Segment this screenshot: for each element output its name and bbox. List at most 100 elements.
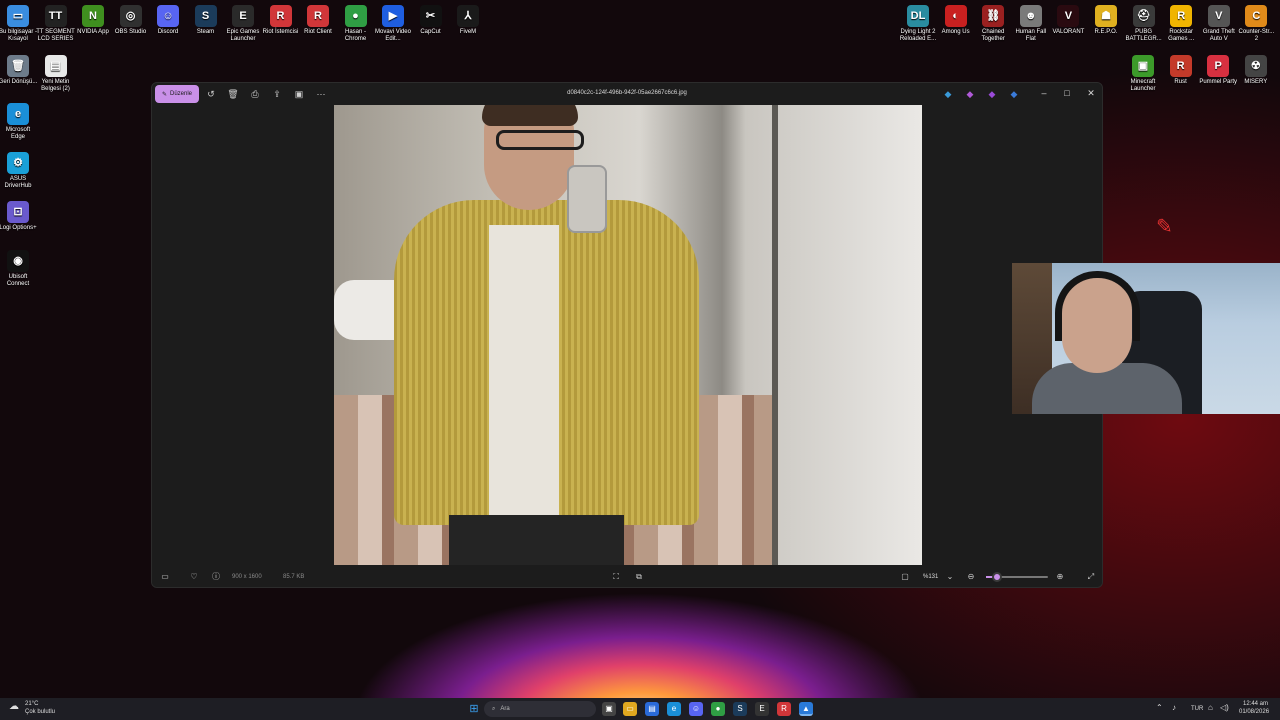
app-icon-1[interactable]: ◆ bbox=[942, 88, 954, 100]
desktop-shortcut[interactable]: TT TT SEGMENT LCD SERIES bbox=[36, 5, 76, 43]
desktop-shortcut[interactable]: ☺ Discord bbox=[148, 5, 188, 36]
desktop-shortcut[interactable]: ☻ Human Fall Flat bbox=[1011, 5, 1051, 43]
desktop-shortcut[interactable]: V VALORANT bbox=[1048, 5, 1088, 36]
tray-chevron-icon[interactable]: ⌃ bbox=[1156, 703, 1163, 712]
desktop-shortcut-label: Bu bilgisayar - Kısayol bbox=[0, 29, 37, 42]
desktop-shortcut-label: Movavi Video Edit... bbox=[375, 29, 411, 42]
photos-taskbar-icon[interactable]: ▲ bbox=[799, 702, 813, 716]
epic-icon: E bbox=[232, 5, 254, 27]
viewer-titlebar: ✎ Düzenle ↺ 🗑 ⎙ ⇪ ▣ ⋯ d0840c2c-124f-496b… bbox=[152, 83, 1102, 105]
chrome-taskbar-icon[interactable]: ● bbox=[711, 702, 725, 716]
desktop-shortcut-label: Counter-Str... 2 bbox=[1238, 29, 1275, 42]
zoom-dropdown-icon[interactable]: ⌄ bbox=[944, 571, 956, 583]
desktop-shortcut[interactable]: ⛑ PUBG BATTLEGR... bbox=[1124, 5, 1164, 43]
desktop-shortcut-label: Steam bbox=[196, 29, 215, 35]
desktop-shortcut[interactable]: S Steam bbox=[186, 5, 226, 36]
weather-desc[interactable]: Çok bulutlu bbox=[25, 709, 55, 715]
taskbar-search[interactable]: ⌕ Ara bbox=[484, 701, 596, 717]
start-icon[interactable]: ⊞ bbox=[467, 702, 481, 716]
edge-icon: e bbox=[7, 103, 29, 125]
desktop-shortcut[interactable]: ◐ Among Us bbox=[936, 5, 976, 36]
zoom-slider-thumb[interactable] bbox=[992, 572, 1003, 582]
desktop-shortcut[interactable]: C Counter-Str... 2 bbox=[1236, 5, 1276, 43]
obs-icon: ◎ bbox=[119, 5, 142, 27]
desktop-shortcut[interactable]: ⛓ Chained Together bbox=[973, 5, 1013, 43]
weather-temp[interactable]: 21°C bbox=[25, 701, 38, 707]
app-icon-4[interactable]: ◆ bbox=[1008, 88, 1020, 100]
clock-date[interactable]: 01/08/2026 bbox=[1239, 709, 1269, 715]
tt-icon: TT bbox=[44, 5, 67, 27]
zoom-in-icon[interactable]: ⊕ bbox=[1054, 571, 1066, 583]
desktop-shortcut-label: Grand Theft Auto V bbox=[1202, 29, 1235, 42]
info-icon[interactable]: ⓘ bbox=[210, 571, 222, 583]
desktop-shortcut[interactable]: e Microsoft Edge bbox=[0, 103, 38, 141]
store-icon[interactable]: ▤ bbox=[645, 702, 659, 716]
microphone-icon[interactable]: ♪ bbox=[1172, 703, 1176, 712]
desktop-shortcut[interactable]: R Rockstar Games ... bbox=[1161, 5, 1201, 43]
fullscreen-icon[interactable]: ⤢ bbox=[1085, 571, 1097, 583]
desktop-shortcut-label: MISERY bbox=[1244, 79, 1268, 85]
desktop-shortcut[interactable]: N NVIDIA App bbox=[73, 5, 113, 36]
desktop-shortcut[interactable]: 🗑 Geri Dönüşü... bbox=[0, 55, 38, 86]
viewer-statusbar: ▭ ♡ ⓘ 900 x 1600 85.7 KB ⛶ ⧉ ▢ %131 ⌄ ⊖ … bbox=[152, 565, 1102, 587]
desktop-shortcut[interactable]: R Riot Client bbox=[298, 5, 338, 36]
minimize-button[interactable]: – bbox=[1037, 88, 1051, 98]
desktop-shortcut[interactable]: P Pummel Party bbox=[1198, 55, 1238, 86]
pummel-party-icon: P bbox=[1207, 55, 1230, 77]
desktop-shortcut[interactable]: ✂ CapCut bbox=[411, 5, 451, 36]
steam-taskbar-icon[interactable]: S bbox=[733, 702, 747, 716]
desktop-shortcut[interactable]: R Riot İstemcisi bbox=[261, 5, 301, 36]
desktop-shortcut[interactable]: ● Hasan - Chrome bbox=[336, 5, 376, 43]
desktop-shortcut[interactable]: ☢ MISERY bbox=[1236, 55, 1276, 86]
desktop-shortcut[interactable]: ▣ Minecraft Launcher bbox=[1123, 55, 1163, 93]
fit-icon[interactable]: ⛶ bbox=[610, 571, 622, 583]
task-view-icon[interactable]: ▣ bbox=[602, 702, 616, 716]
pubg-icon: ⛑ bbox=[1132, 5, 1155, 27]
crop-icon[interactable]: ⧉ bbox=[633, 571, 645, 583]
riot-client-icon: R bbox=[269, 5, 292, 27]
discord-taskbar-icon[interactable]: ☺ bbox=[689, 702, 703, 716]
desktop-shortcut[interactable]: ▶ Movavi Video Edit... bbox=[373, 5, 413, 43]
desktop-shortcut[interactable]: ⚙ ASUS DriverHub bbox=[0, 152, 38, 190]
actual-size-icon[interactable]: ▢ bbox=[899, 571, 911, 583]
desktop-shortcut[interactable]: ⊡ Logi Options+ bbox=[0, 201, 38, 232]
epic-taskbar-icon[interactable]: E bbox=[755, 702, 769, 716]
desktop-shortcut[interactable]: V Grand Theft Auto V bbox=[1199, 5, 1239, 43]
favorite-icon[interactable]: ♡ bbox=[188, 571, 200, 583]
desktop-shortcut[interactable]: ▤ Yeni Metin Belgesi (2) bbox=[36, 55, 76, 93]
desktop-shortcut[interactable]: E Epic Games Launcher bbox=[223, 5, 263, 43]
desktop-shortcut-label: Among Us bbox=[941, 29, 970, 35]
desktop-shortcut[interactable]: ☗ R.E.P.O. bbox=[1086, 5, 1126, 36]
text-document-icon: ▤ bbox=[44, 55, 67, 77]
desktop-shortcut-label: Logi Options+ bbox=[0, 225, 37, 231]
desktop-shortcut[interactable]: ▭ Bu bilgisayar - Kısayol bbox=[0, 5, 38, 43]
desktop-shortcut[interactable]: R Rust bbox=[1161, 55, 1201, 86]
zoom-slider[interactable] bbox=[986, 572, 1048, 582]
photo-canvas[interactable] bbox=[334, 105, 922, 565]
app-icon-2[interactable]: ◆ bbox=[964, 88, 976, 100]
maximize-button[interactable]: □ bbox=[1060, 88, 1074, 98]
volume-icon[interactable]: ◁) bbox=[1220, 703, 1229, 712]
filmstrip-icon[interactable]: ▭ bbox=[159, 571, 171, 583]
desktop-shortcut-label: Rockstar Games ... bbox=[1168, 29, 1195, 42]
desktop-shortcut[interactable]: DL Dying Light 2 Reloaded E... bbox=[898, 5, 938, 43]
photo-phone bbox=[567, 165, 607, 233]
desktop-shortcut[interactable]: ◉ Ubisoft Connect bbox=[0, 250, 38, 288]
zoom-out-icon[interactable]: ⊖ bbox=[965, 571, 977, 583]
network-icon[interactable]: ⌂ bbox=[1208, 703, 1213, 712]
language-indicator[interactable]: TUR bbox=[1191, 706, 1203, 712]
riot-taskbar-icon[interactable]: R bbox=[777, 702, 791, 716]
repo-icon: ☗ bbox=[1095, 5, 1117, 27]
weather-icon[interactable]: ☁ bbox=[9, 701, 19, 712]
desktop-shortcut-label: Human Fall Flat bbox=[1015, 29, 1047, 42]
app-icon-3[interactable]: ◆ bbox=[986, 88, 998, 100]
clock-time[interactable]: 12:44 am bbox=[1243, 701, 1268, 707]
desktop-shortcut-label: Ubisoft Connect bbox=[6, 274, 30, 287]
zoom-level[interactable]: %131 bbox=[923, 574, 938, 580]
close-button[interactable]: ✕ bbox=[1084, 88, 1098, 99]
edge-taskbar-icon[interactable]: e bbox=[667, 702, 681, 716]
desktop-shortcut[interactable]: ◎ OBS Studio bbox=[111, 5, 151, 36]
desktop-shortcut[interactable]: ⅄ FiveM bbox=[448, 5, 488, 36]
photo-shirt bbox=[489, 225, 559, 520]
file-explorer-icon[interactable]: ▭ bbox=[623, 702, 637, 716]
